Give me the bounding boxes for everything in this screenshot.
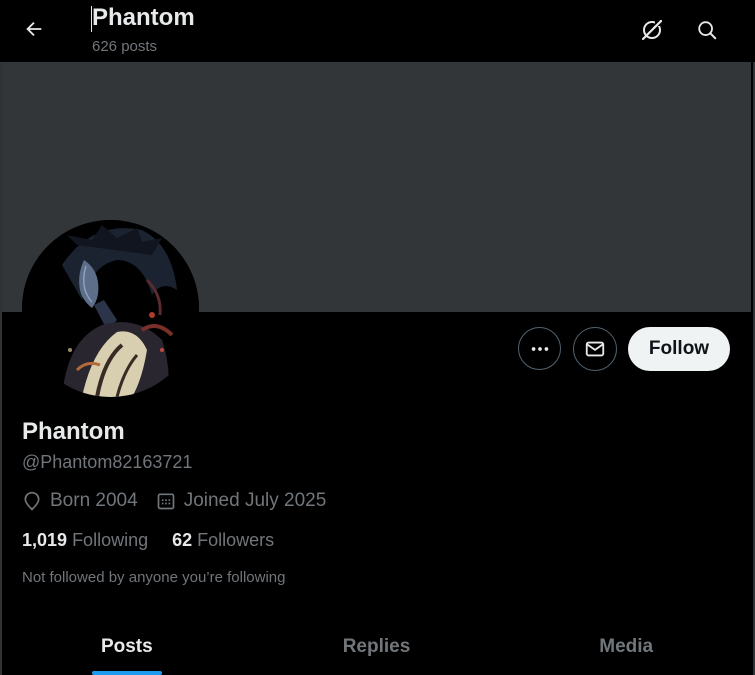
profile-handle: @Phantom82163721: [22, 452, 193, 472]
text-caret: [91, 6, 92, 32]
more-options-button[interactable]: [518, 327, 561, 370]
followers-count: 62: [172, 530, 193, 550]
location-icon: [24, 491, 40, 511]
grok-icon: [641, 19, 663, 41]
born-text: Born 2004: [50, 490, 138, 511]
followers-label: Followers: [197, 530, 275, 550]
birth-info: Born 2004: [22, 490, 138, 512]
joined-text: Joined July 2025: [183, 490, 327, 511]
tab-media-label: Media: [599, 636, 654, 657]
follow-button[interactable]: Follow: [628, 327, 730, 371]
more-icon: [531, 346, 548, 351]
tab-replies-label: Replies: [342, 636, 411, 657]
tab-replies[interactable]: Replies: [252, 618, 502, 675]
following-label: Following: [72, 530, 149, 550]
back-arrow-icon: [26, 21, 42, 37]
header-title-block: Phantom 626 posts: [91, 4, 195, 55]
profile-name: Phantom: [22, 418, 125, 445]
tab-posts-label: Posts: [100, 636, 153, 657]
followers-link[interactable]: 62 Followers: [172, 530, 274, 551]
profile-tabs: Posts Replies Media: [2, 618, 751, 675]
tab-media[interactable]: Media: [501, 618, 751, 675]
tab-posts[interactable]: Posts: [2, 618, 252, 675]
search-button[interactable]: [687, 10, 727, 50]
message-button[interactable]: [573, 327, 617, 371]
back-button[interactable]: [14, 9, 54, 49]
following-count: 1,019: [22, 530, 68, 550]
profile-header: Phantom 626 posts: [0, 0, 755, 62]
mail-icon: [585, 341, 605, 357]
avatar-image: [22, 220, 199, 397]
following-link[interactable]: 1,019 Following: [22, 530, 148, 551]
post-count: 626 posts: [92, 38, 158, 55]
profile-meta: Born 2004 Joined July 2025: [22, 490, 344, 512]
page-title: Phantom: [92, 4, 195, 31]
avatar[interactable]: [22, 220, 199, 397]
followers-you-know-text: Not followed by anyone you’re following: [22, 569, 286, 586]
active-tab-indicator: [91, 671, 162, 675]
follow-stats: 1,019 Following 62 Followers: [22, 530, 298, 551]
grok-button[interactable]: [632, 10, 672, 50]
calendar-icon: [157, 493, 175, 510]
search-icon: [698, 21, 717, 40]
join-info: Joined July 2025: [156, 490, 327, 512]
